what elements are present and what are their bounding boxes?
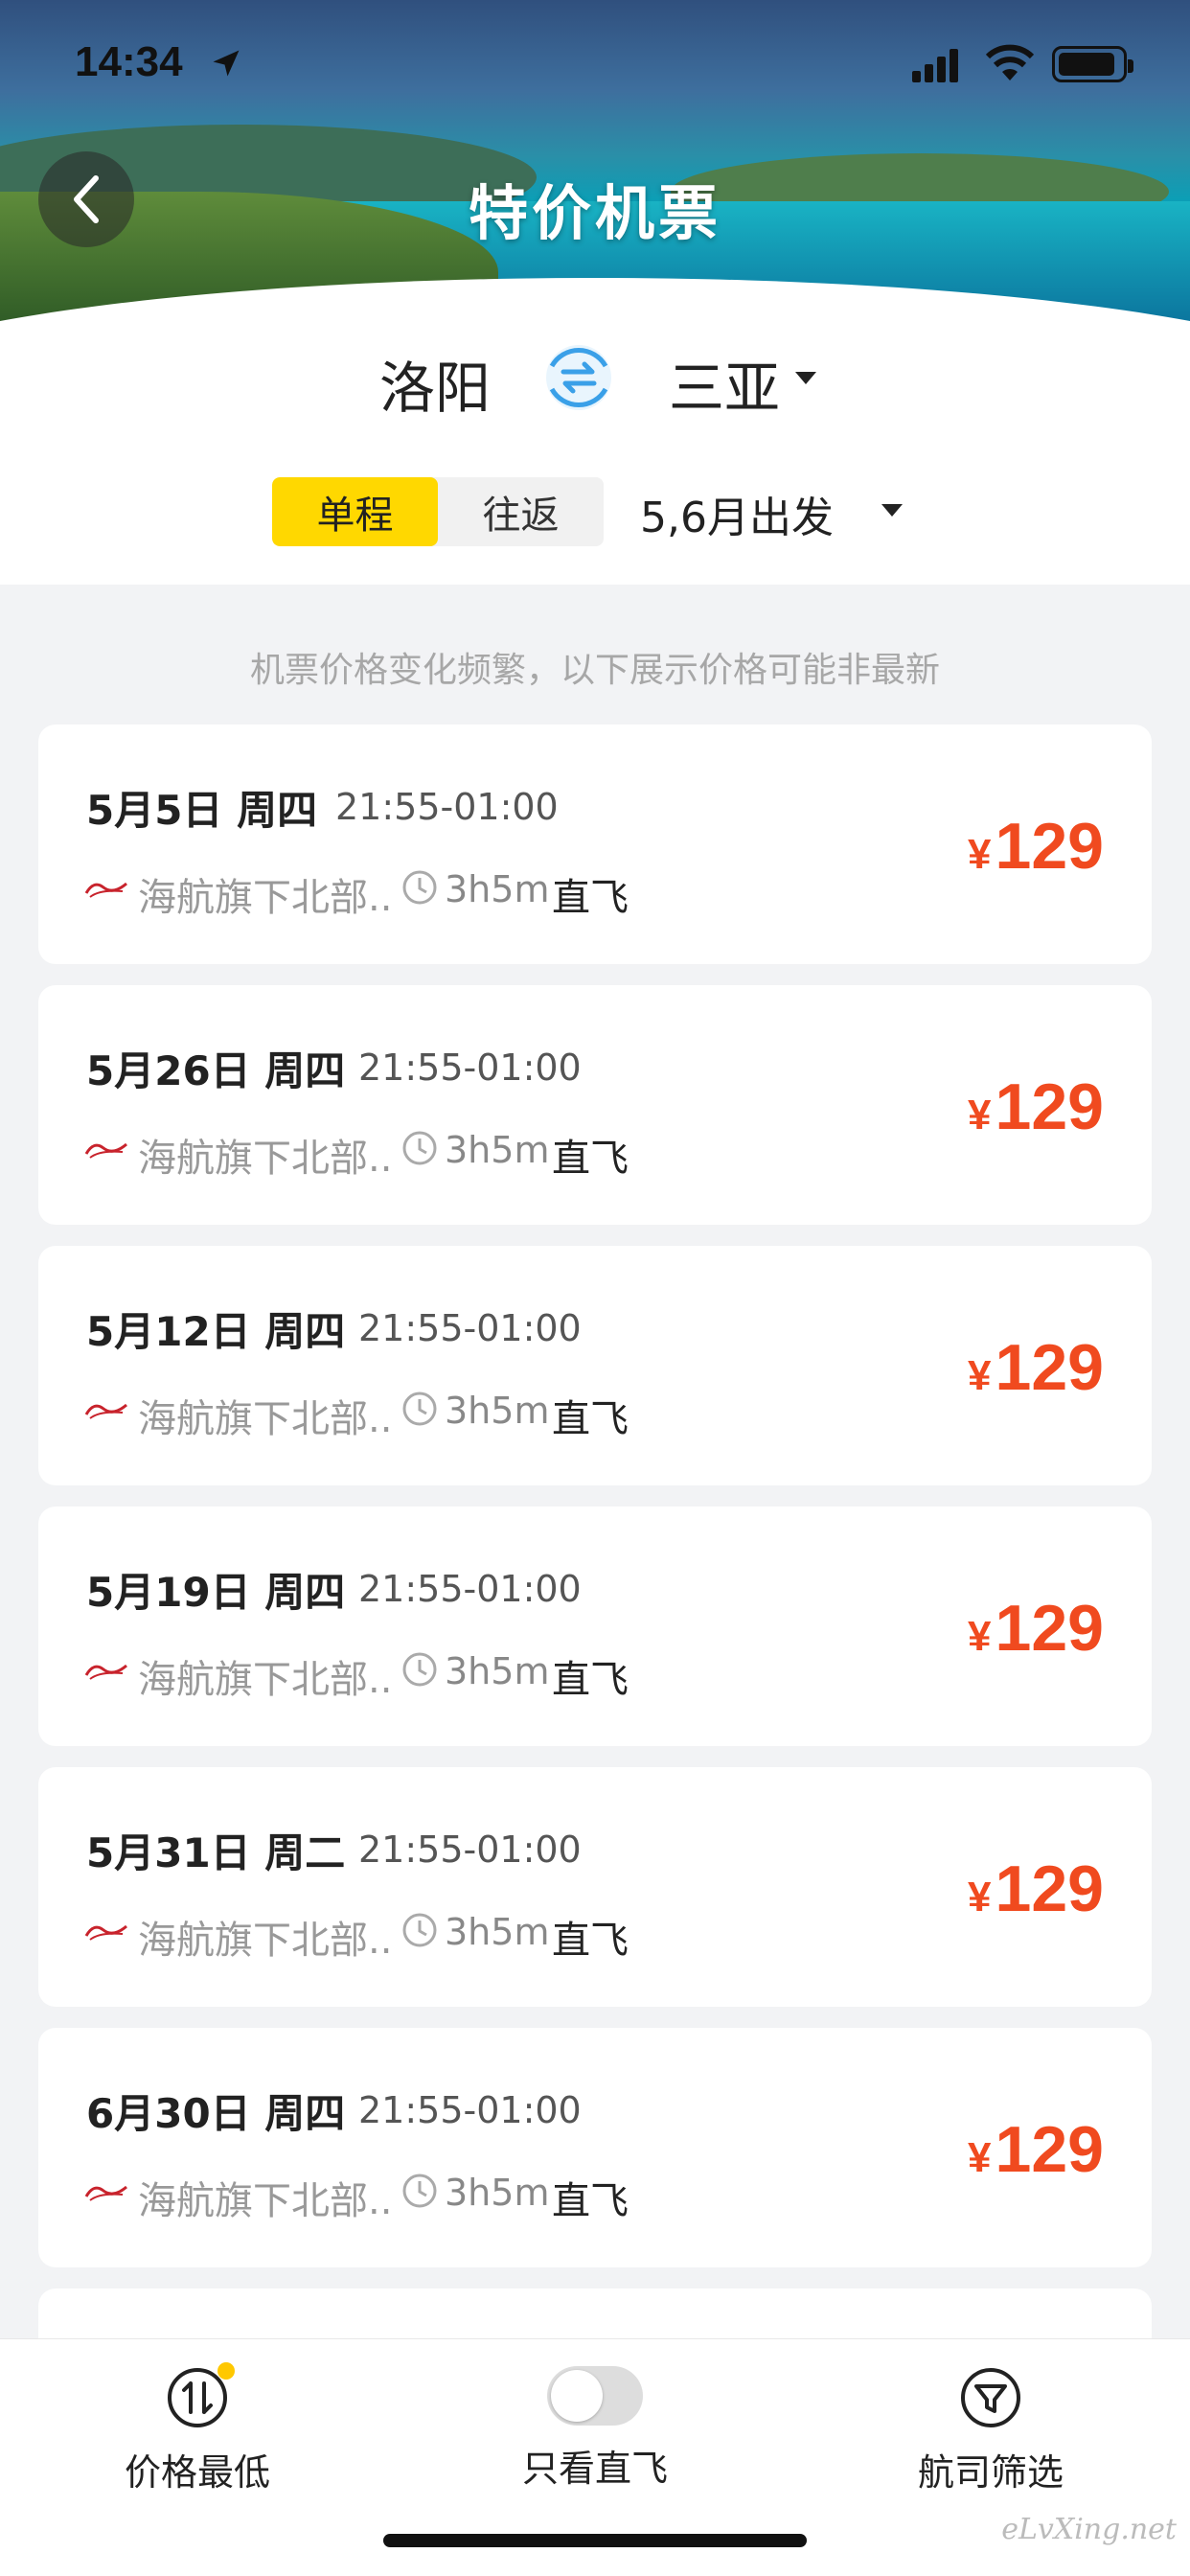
flight-duration: 3h5m xyxy=(445,1911,550,1953)
flight-time: 21:55-01:00 xyxy=(358,1046,582,1089)
clock-icon xyxy=(402,1652,437,1687)
flight-time: 21:55-01:00 xyxy=(358,1568,582,1610)
direct-flight-label: 直飞 xyxy=(552,1397,629,1441)
airline-name: 海航旗下北部.. xyxy=(138,876,393,920)
direct-flight-label: 直飞 xyxy=(552,876,629,920)
currency-symbol: ¥ xyxy=(968,1092,992,1138)
price-value: 129 xyxy=(995,810,1104,883)
clock-icon xyxy=(402,1392,437,1426)
flight-duration: 3h5m xyxy=(445,1650,550,1692)
flight-card[interactable]: 5月31日 周二 21:55-01:00 海航旗下北部.. 3h5m 直飞 ¥1… xyxy=(38,1767,1152,2007)
currency-symbol: ¥ xyxy=(968,2134,992,2181)
flight-card[interactable]: 5月12日 周四 21:55-01:00 海航旗下北部.. 3h5m 直飞 ¥1… xyxy=(38,1246,1152,1485)
sort-price-lowest-button[interactable]: 价格最低 xyxy=(73,2362,322,2496)
notification-dot xyxy=(217,2362,235,2380)
clock-icon xyxy=(402,870,437,905)
flight-card[interactable]: 5月19日 周四 21:55-01:00 海航旗下北部.. 3h5m 直飞 ¥1… xyxy=(38,1506,1152,1746)
clock-icon xyxy=(402,2174,437,2208)
flight-card[interactable]: 5月26日 周四 21:55-01:00 海航旗下北部.. 3h5m 直飞 ¥1… xyxy=(38,985,1152,1225)
airline-name: 海航旗下北部.. xyxy=(138,1919,393,1963)
airline-filter-label: 航司筛选 xyxy=(917,2451,1064,2494)
price-value: 129 xyxy=(995,1852,1104,1925)
page-title: 特价机票 xyxy=(468,178,721,248)
airline-logo-icon xyxy=(84,1664,127,1680)
watermark: eLvXing.net xyxy=(1001,2513,1177,2546)
filter-funnel-icon xyxy=(959,2366,1022,2429)
airline-logo-icon xyxy=(84,1924,127,1941)
trip-type-toggle: 单程 往返 xyxy=(272,477,604,546)
airline-logo-icon xyxy=(84,882,127,898)
flight-time: 21:55-01:00 xyxy=(358,1307,582,1349)
sort-price-label: 价格最低 xyxy=(124,2451,270,2494)
flight-price: ¥129 xyxy=(968,1330,1104,1405)
airline-logo-icon xyxy=(84,2185,127,2201)
direct-flight-label: 直飞 xyxy=(552,1658,629,1702)
caret-down-icon[interactable] xyxy=(881,504,903,517)
currency-symbol: ¥ xyxy=(968,831,992,878)
airline-logo-icon xyxy=(84,1142,127,1159)
airline-logo-icon xyxy=(84,1403,127,1419)
flight-price: ¥129 xyxy=(968,1852,1104,1926)
price-value: 129 xyxy=(995,1070,1104,1143)
flight-date: 5月5日 周四 xyxy=(86,787,318,834)
flight-time: 21:55-01:00 xyxy=(335,786,559,828)
arrival-city[interactable]: 三亚 xyxy=(669,343,780,424)
sort-icon xyxy=(166,2362,235,2429)
airline-name: 海航旗下北部.. xyxy=(138,1658,393,1702)
status-bar: 14:34 xyxy=(0,0,1190,125)
flight-price: ¥129 xyxy=(968,2112,1104,2187)
clock-icon xyxy=(402,1131,437,1165)
flight-date: 5月12日 周四 xyxy=(86,1308,346,1355)
price-value: 129 xyxy=(995,2113,1104,2186)
flight-date: 6月30日 周四 xyxy=(86,2090,346,2137)
airline-name: 海航旗下北部.. xyxy=(138,1137,393,1181)
status-time: 14:34 xyxy=(75,38,183,85)
direct-only-label: 只看直飞 xyxy=(521,2448,668,2490)
flight-date: 5月31日 周二 xyxy=(86,1829,346,1876)
flight-duration: 3h5m xyxy=(445,1129,550,1171)
route-selector: 洛阳 三亚 单程 往返 5,6月出发 xyxy=(0,326,1190,585)
direct-flight-label: 直飞 xyxy=(552,2179,629,2223)
airline-name: 海航旗下北部.. xyxy=(138,1397,393,1441)
price-notice: 机票价格变化频繁，以下展示价格可能非最新 xyxy=(249,651,940,690)
wifi-icon xyxy=(985,44,1035,80)
flight-date: 5月26日 周四 xyxy=(86,1047,346,1094)
flight-card[interactable]: 5月5日 周四 21:55-01:00 海航旗下北部.. 3h5m 直飞 ¥12… xyxy=(38,724,1152,964)
currency-symbol: ¥ xyxy=(968,1352,992,1399)
currency-symbol: ¥ xyxy=(968,1613,992,1660)
direct-flight-label: 直飞 xyxy=(552,1919,629,1963)
flight-time: 21:55-01:00 xyxy=(358,1828,582,1871)
direct-only-toggle[interactable]: 只看直飞 xyxy=(470,2366,720,2492)
toggle-switch[interactable] xyxy=(547,2366,643,2426)
battery-icon xyxy=(1052,46,1133,82)
flight-duration: 3h5m xyxy=(445,868,550,910)
clock-icon xyxy=(402,1913,437,1947)
flight-card[interactable]: 6月30日 周四 21:55-01:00 海航旗下北部.. 3h5m 直飞 ¥1… xyxy=(38,2028,1152,2267)
departure-city[interactable]: 洛阳 xyxy=(379,343,491,424)
price-value: 129 xyxy=(995,1592,1104,1665)
flight-price: ¥129 xyxy=(968,809,1104,884)
tab-one-way[interactable]: 单程 xyxy=(272,477,438,546)
swap-cities-icon[interactable] xyxy=(538,337,619,418)
flight-price: ¥129 xyxy=(968,1070,1104,1144)
tab-round-trip[interactable]: 往返 xyxy=(438,477,604,546)
cellular-signal-icon xyxy=(912,49,958,82)
flight-date: 5月19日 周四 xyxy=(86,1569,346,1616)
flight-duration: 3h5m xyxy=(445,1390,550,1432)
airline-filter-button[interactable]: 航司筛选 xyxy=(866,2366,1115,2496)
price-value: 129 xyxy=(995,1331,1104,1404)
currency-symbol: ¥ xyxy=(968,1874,992,1920)
flight-duration: 3h5m xyxy=(445,2172,550,2214)
direct-flight-label: 直飞 xyxy=(552,1137,629,1181)
flight-price: ¥129 xyxy=(968,1591,1104,1666)
location-arrow-icon xyxy=(213,50,240,77)
home-indicator[interactable] xyxy=(383,2534,807,2547)
airline-name: 海航旗下北部.. xyxy=(138,2179,393,2223)
flight-time: 21:55-01:00 xyxy=(358,2089,582,2131)
departure-month-filter[interactable]: 5,6月出发 xyxy=(640,483,834,544)
caret-down-icon[interactable] xyxy=(795,372,816,384)
